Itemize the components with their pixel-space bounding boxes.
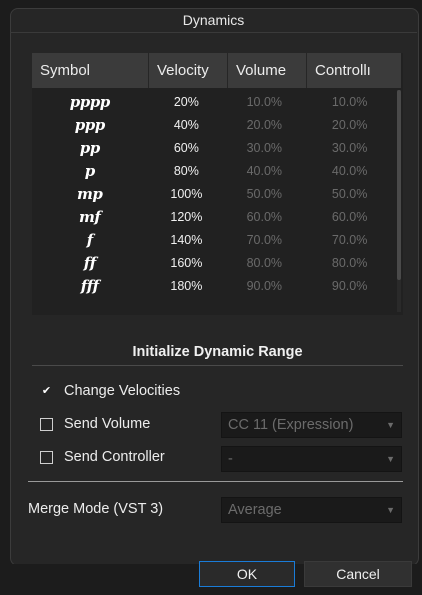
symbol-cell: mf xyxy=(79,208,101,227)
dialog-title: Dynamics xyxy=(10,8,417,33)
symbol-cell: mp xyxy=(77,184,103,203)
velocity-cell: 20% xyxy=(173,94,199,109)
send-controller-value: - xyxy=(228,451,233,467)
column-header-controller[interactable]: Controllı xyxy=(307,53,401,88)
symbol-cell: fff xyxy=(80,277,99,296)
volume-cell: 30.0% xyxy=(246,140,283,155)
send-volume-select[interactable]: CC 11 (Expression) ▼ xyxy=(221,412,402,438)
symbol-cell: f xyxy=(86,231,93,250)
velocity-cell: 80% xyxy=(173,163,199,178)
symbol-cell: ppp xyxy=(74,115,105,134)
controller-cell: 40.0% xyxy=(331,163,368,178)
controller-cell: 30.0% xyxy=(331,140,368,155)
controller-cell: 10.0% xyxy=(331,94,368,109)
change-velocities-checkbox[interactable]: ✔ Change Velocities xyxy=(40,380,180,402)
table-row[interactable]: pp 60% 30.0% 30.0% xyxy=(32,136,396,159)
volume-cell: 70.0% xyxy=(246,233,283,248)
volume-cell: 20.0% xyxy=(246,117,283,132)
controller-cell: 60.0% xyxy=(331,210,368,225)
table-row[interactable]: mp 100% 50.0% 50.0% xyxy=(32,182,396,205)
section-title: Initialize Dynamic Range xyxy=(132,344,303,360)
volume-cell: 90.0% xyxy=(246,279,283,294)
table-row[interactable]: ff 160% 80.0% 80.0% xyxy=(32,252,396,275)
chevron-down-icon: ▼ xyxy=(386,454,395,464)
volume-cell: 60.0% xyxy=(246,210,283,225)
controller-cell: 50.0% xyxy=(331,186,368,201)
column-header-velocity[interactable]: Velocity xyxy=(149,53,228,88)
merge-mode-select[interactable]: Average ▼ xyxy=(221,497,402,523)
volume-cell: 10.0% xyxy=(246,94,283,109)
dynamics-dialog: Dynamics Symbol Velocity Volume Controll… xyxy=(0,0,422,595)
send-controller-checkbox[interactable]: Send Controller xyxy=(40,446,165,468)
controller-cell: 90.0% xyxy=(331,279,368,294)
cancel-button[interactable]: Cancel xyxy=(304,561,412,587)
table-row[interactable]: pppp 20% 10.0% 10.0% xyxy=(32,90,396,113)
table-header: Symbol Velocity Volume Controllı xyxy=(32,53,401,88)
send-volume-value: CC 11 (Expression) xyxy=(228,417,354,433)
send-controller-select[interactable]: - ▼ xyxy=(221,446,402,472)
velocity-cell: 100% xyxy=(170,186,203,201)
symbol-cell: p xyxy=(84,161,96,180)
controller-cell: 80.0% xyxy=(331,256,368,271)
volume-cell: 80.0% xyxy=(246,256,283,271)
controller-cell: 70.0% xyxy=(331,233,368,248)
table-row[interactable]: f 140% 70.0% 70.0% xyxy=(32,229,396,252)
velocity-cell: 60% xyxy=(173,140,199,155)
table-row[interactable]: mf 120% 60.0% 60.0% xyxy=(32,205,396,228)
velocity-cell: 120% xyxy=(170,210,203,225)
send-volume-checkbox[interactable]: Send Volume xyxy=(40,413,150,435)
checkbox-box-icon[interactable] xyxy=(40,417,53,431)
volume-cell: 40.0% xyxy=(246,163,283,178)
scrollbar-thumb[interactable] xyxy=(397,90,401,280)
table-row[interactable]: p 80% 40.0% 40.0% xyxy=(32,159,396,182)
controller-cell: 20.0% xyxy=(331,117,368,132)
checkmark-icon[interactable]: ✔ xyxy=(40,384,53,398)
column-header-volume[interactable]: Volume xyxy=(228,53,307,88)
table-row[interactable]: ppp 40% 20.0% 20.0% xyxy=(32,113,396,136)
table-row[interactable]: fff 180% 90.0% 90.0% xyxy=(32,275,396,298)
table-body: pppp 20% 10.0% 10.0% ppp 40% 20.0% 20.0% pp 60% 30… xyxy=(32,90,396,298)
merge-mode-label: Merge Mode (VST 3) xyxy=(28,501,164,517)
symbol-cell: ff xyxy=(83,254,96,273)
velocity-cell: 180% xyxy=(170,279,203,294)
velocity-cell: 160% xyxy=(170,256,203,271)
table-scrollbar[interactable] xyxy=(397,90,401,312)
change-velocities-label: Change Velocities xyxy=(64,383,181,399)
velocity-cell: 140% xyxy=(170,233,203,248)
chevron-down-icon: ▼ xyxy=(386,505,395,515)
send-volume-label: Send Volume xyxy=(64,416,151,432)
symbol-cell: pp xyxy=(79,138,100,157)
dynamics-table: Symbol Velocity Volume Controllı pppp 20%… xyxy=(32,53,403,315)
divider xyxy=(32,365,403,366)
column-header-symbol[interactable]: Symbol xyxy=(32,53,149,88)
ok-button[interactable]: OK xyxy=(199,561,295,587)
velocity-cell: 40% xyxy=(173,117,199,132)
send-controller-label: Send Controller xyxy=(64,449,165,465)
merge-mode-value: Average xyxy=(228,502,282,518)
volume-cell: 50.0% xyxy=(246,186,283,201)
checkbox-box-icon[interactable] xyxy=(40,450,53,464)
symbol-cell: pppp xyxy=(69,92,110,111)
divider xyxy=(28,481,403,482)
chevron-down-icon: ▼ xyxy=(386,420,395,430)
